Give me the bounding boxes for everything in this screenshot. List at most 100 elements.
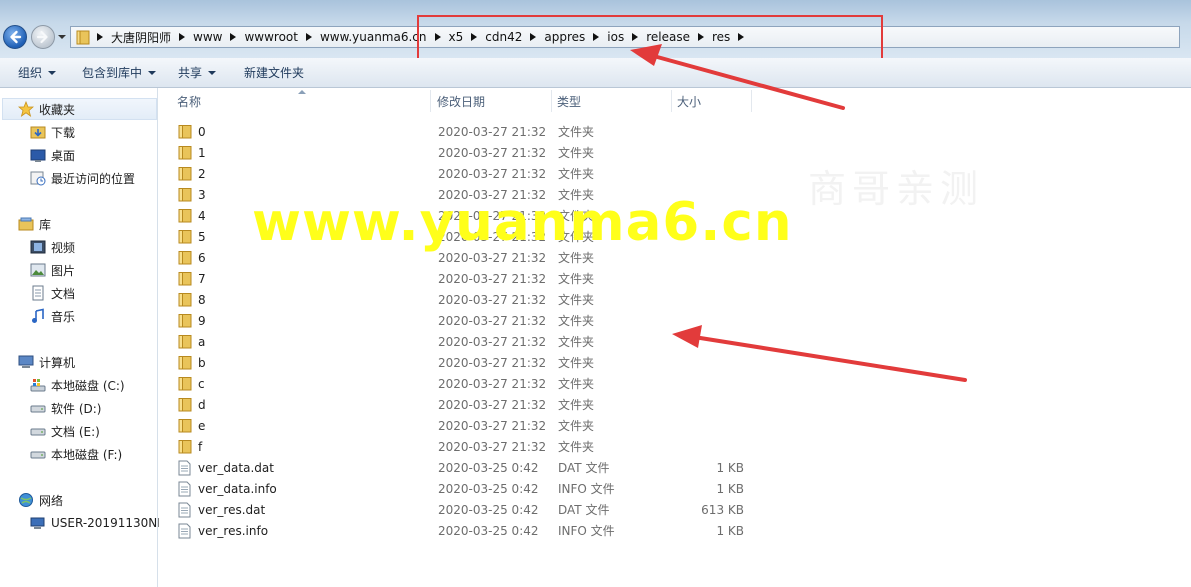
back-button[interactable] [3,25,27,49]
nav-item-label: 音乐 [51,309,76,324]
chevron-right-icon[interactable] [226,33,240,41]
nav-item-documents[interactable]: 文档 [30,283,75,303]
navigation-pane: 收藏夹 下载 桌面 最近访问的位置 库 视频 图片 文档 音乐 计算机 本地磁盘… [0,88,164,587]
file-date: 2020-03-27 21:32 [438,313,547,328]
organize-menu[interactable]: 组织 [8,61,66,85]
file-row[interactable]: 9 2020-03-27 21:32 文件夹 [159,310,1191,331]
column-header-size[interactable]: 大小 [659,88,751,114]
nav-item-videos[interactable]: 视频 [30,237,75,257]
breadcrumb-label[interactable]: wwwroot [240,30,302,44]
include-in-library-menu[interactable]: 包含到库中 [72,61,166,85]
nav-item-network-computer[interactable]: USER-20191130NF [30,513,164,533]
file-type: INFO 文件 [558,482,615,496]
file-row[interactable]: 2 2020-03-27 21:32 文件夹 [159,163,1191,184]
column-header-name[interactable]: 名称 [159,88,431,114]
nav-item-downloads[interactable]: 下载 [30,122,75,142]
file-name: 0 [198,124,206,139]
breadcrumb-segment[interactable]: 大唐阴阳师 [93,27,175,47]
folder-icon [178,436,194,457]
forward-arrow-icon [36,30,48,44]
file-name: f [198,439,203,454]
file-row[interactable]: a 2020-03-27 21:32 文件夹 [159,331,1191,352]
share-label: 共享 [178,66,203,80]
file-type: 文件夹 [558,398,595,412]
breadcrumb-segment[interactable]: wwwroot [226,27,302,47]
forward-button[interactable] [31,25,55,49]
file-name: 3 [198,187,206,202]
file-name: a [198,334,206,349]
nav-group-network[interactable]: 网络 [18,490,63,510]
nav-group-label: 库 [39,217,52,232]
file-type: 文件夹 [558,146,595,160]
file-date: 2020-03-25 0:42 [438,481,539,496]
chevron-right-icon[interactable] [93,33,107,41]
column-header-type[interactable]: 类型 [539,88,671,114]
folder-icon [178,184,194,205]
chevron-right-icon[interactable] [175,33,189,41]
file-size: 613 KB [701,502,744,517]
file-row[interactable]: 1 2020-03-27 21:32 文件夹 [159,142,1191,163]
column-divider[interactable] [751,90,752,112]
file-name: 6 [198,250,206,265]
file-icon [178,478,194,499]
chevron-right-icon[interactable] [302,33,316,41]
nav-group-libraries[interactable]: 库 [18,214,51,234]
file-size [672,373,744,394]
watermark-text: www.yuanma6.cn [252,192,793,253]
file-list-pane: 名称 修改日期 类型 大小 0 2020-03-27 21:32 文件夹 1 2020-… [159,88,1191,587]
nav-item-drive-d[interactable]: 软件 (D:) [30,398,101,418]
column-header-label: 名称 [177,94,202,109]
history-dropdown-icon[interactable] [58,33,66,41]
nav-item-recent-places[interactable]: 最近访问的位置 [30,168,135,188]
breadcrumb-label[interactable]: www [189,30,226,44]
file-type: 文件夹 [558,356,595,370]
nav-item-pictures[interactable]: 图片 [30,260,75,280]
folder-icon [178,331,194,352]
breadcrumb-label[interactable]: www.yuanma6.cn [316,30,431,44]
column-header-date[interactable]: 修改日期 [419,88,551,114]
folder-icon [178,247,194,268]
nav-group-computer[interactable]: 计算机 [18,352,75,372]
command-bar: 组织 包含到库中 共享 新建文件夹 [0,58,1191,88]
nav-item-music[interactable]: 音乐 [30,306,75,326]
include-library-label: 包含到库中 [82,66,143,80]
network-icon [18,492,34,508]
new-folder-label: 新建文件夹 [244,66,305,80]
breadcrumb-label[interactable]: 大唐阴阳师 [107,29,175,46]
folder-icon [178,226,194,247]
file-row[interactable]: 0 2020-03-27 21:32 文件夹 [159,121,1191,142]
folder-icon [178,268,194,289]
nav-item-desktop[interactable]: 桌面 [30,145,75,165]
file-type: INFO 文件 [558,524,615,538]
file-icon [178,499,194,520]
nav-item-drive-c[interactable]: 本地磁盘 (C:) [30,375,125,395]
file-name: 9 [198,313,206,328]
file-row[interactable]: 7 2020-03-27 21:32 文件夹 [159,268,1191,289]
breadcrumb-segment[interactable]: www.yuanma6.cn [302,27,431,47]
music-library-icon [30,308,46,324]
file-row[interactable]: d 2020-03-27 21:32 文件夹 [159,394,1191,415]
new-folder-button[interactable]: 新建文件夹 [234,61,314,85]
file-row[interactable]: e 2020-03-27 21:32 文件夹 [159,415,1191,436]
nav-group-favorites[interactable]: 收藏夹 [18,99,75,119]
file-date: 2020-03-27 21:32 [438,418,547,433]
file-row[interactable]: f 2020-03-27 21:32 文件夹 [159,436,1191,457]
file-row[interactable]: ver_res.dat 2020-03-25 0:42 DAT 文件 613 KB [159,499,1191,520]
nav-item-label: USER-20191130NF [51,516,165,530]
video-library-icon [30,239,46,255]
breadcrumb-segment[interactable]: www [175,27,226,47]
pictures-library-icon [30,262,46,278]
file-row[interactable]: ver_res.info 2020-03-25 0:42 INFO 文件 1 KB [159,520,1191,541]
share-menu[interactable]: 共享 [168,61,226,85]
file-row[interactable]: 8 2020-03-27 21:32 文件夹 [159,289,1191,310]
file-row[interactable]: c 2020-03-27 21:32 文件夹 [159,373,1191,394]
file-row[interactable]: b 2020-03-27 21:32 文件夹 [159,352,1191,373]
documents-library-icon [30,285,46,301]
column-header-label: 修改日期 [437,94,486,109]
file-row[interactable]: ver_data.dat 2020-03-25 0:42 DAT 文件 1 KB [159,457,1191,478]
file-name: 5 [198,229,206,244]
nav-item-drive-f[interactable]: 本地磁盘 (F:) [30,444,122,464]
file-type: 文件夹 [558,440,595,454]
file-row[interactable]: ver_data.info 2020-03-25 0:42 INFO 文件 1 KB [159,478,1191,499]
nav-item-drive-e[interactable]: 文档 (E:) [30,421,100,441]
